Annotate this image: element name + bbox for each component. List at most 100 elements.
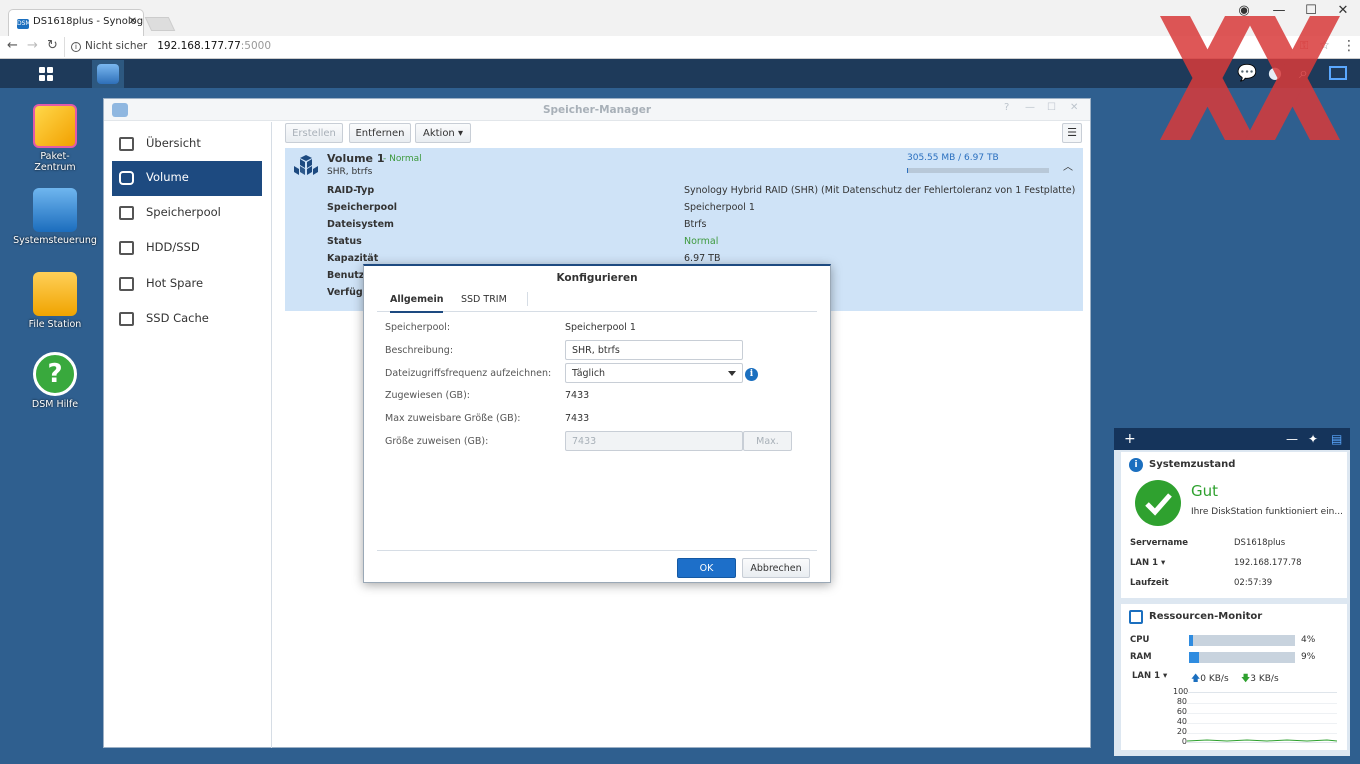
pool-label: Speicherpool: xyxy=(385,322,451,333)
network-graph xyxy=(1187,692,1337,743)
detail-label-pool: Speicherpool xyxy=(327,202,397,213)
volume-subtitle: SHR, btrfs xyxy=(327,167,373,177)
browser-tab-strip xyxy=(0,0,1360,36)
desktop-icon-file-station[interactable]: File Station xyxy=(10,272,100,330)
volume-usage-bar xyxy=(907,168,1049,173)
volume-name: Volume 1 xyxy=(327,152,385,165)
help-icon: ? xyxy=(33,352,77,396)
back-icon[interactable]: ← xyxy=(7,38,18,53)
cancel-button[interactable]: Abbrechen xyxy=(742,558,810,578)
allocate-size-label: Größe zuweisen (GB): xyxy=(385,436,489,447)
tab-ssd-trim[interactable]: SSD TRIM xyxy=(461,294,507,305)
tab-divider xyxy=(527,292,528,306)
sidebar-item-hot-spare[interactable]: Hot Spare xyxy=(112,267,262,302)
download-rate: 🡇3 KB/s xyxy=(1241,671,1279,687)
widget-toggle-icon[interactable]: ▤ xyxy=(1331,432,1342,446)
forward-icon[interactable]: → xyxy=(27,38,38,53)
volume-icon xyxy=(119,171,134,185)
download-arrow-icon: 🡇 xyxy=(1241,674,1251,684)
caret-down-icon: ▾ xyxy=(457,128,463,139)
desktop-icon-dsm-help[interactable]: ? DSM Hilfe xyxy=(10,352,100,410)
storage-pool-icon xyxy=(119,206,134,220)
access-frequency-select[interactable]: Täglich xyxy=(565,363,743,383)
sidebar-item-label: Volume xyxy=(146,170,189,184)
desktop-icon-label: Systemsteuerung xyxy=(13,235,97,246)
lan-selector[interactable]: LAN 1 ▾ xyxy=(1130,558,1165,568)
desktop-icon-package-center[interactable]: Paket- Zentrum xyxy=(10,104,100,173)
y-tick: 60 xyxy=(1176,707,1187,716)
dsm-favicon: DSM xyxy=(17,19,31,29)
assigned-value: 7433 xyxy=(565,390,590,401)
system-health-card: i Systemzustand Gut Ihre DiskStation fun… xyxy=(1121,452,1347,598)
sidebar-item-ssd-cache[interactable]: SSD Cache xyxy=(112,302,262,337)
minimize-widget-icon[interactable]: — xyxy=(1286,432,1298,446)
tab-general[interactable]: Allgemein xyxy=(390,294,444,313)
main-menu-icon[interactable] xyxy=(33,62,59,86)
uptime-label: Laufzeit xyxy=(1130,578,1169,588)
assigned-label: Zugewiesen (GB): xyxy=(385,390,470,401)
close-tab-icon[interactable]: ✕ xyxy=(129,16,137,27)
sidebar-item-volume[interactable]: Volume xyxy=(112,161,262,196)
cpu-bar xyxy=(1189,635,1295,646)
minimize-icon[interactable]: — xyxy=(1025,102,1035,113)
storage-manager-taskbar-button[interactable] xyxy=(92,60,124,88)
description-label: Beschreibung: xyxy=(385,345,454,356)
hot-spare-icon xyxy=(119,277,134,291)
dropdown-caret-icon xyxy=(728,371,736,376)
detail-value-capacity: 6.97 TB xyxy=(684,253,721,264)
collapse-chevron-icon[interactable]: ︿ xyxy=(1063,158,1073,173)
url-field[interactable]: i Nicht sicher 192.168.177.77:5000 xyxy=(64,37,1336,57)
volume-status: - Normal xyxy=(383,154,422,164)
description-input[interactable]: SHR, btrfs xyxy=(565,340,743,360)
desktop-icon-label: DSM Hilfe xyxy=(31,399,79,410)
y-tick: 0 xyxy=(1181,737,1187,746)
sidebar-item-storage-pool[interactable]: Speicherpool xyxy=(112,196,262,231)
create-button[interactable]: Erstellen xyxy=(285,123,343,143)
sidebar-item-hdd-ssd[interactable]: HDD/SSD xyxy=(112,231,262,266)
action-dropdown[interactable]: Aktion ▾ xyxy=(415,123,471,143)
dialog-tabs: Allgemein SSD TRIM xyxy=(377,288,817,313)
detail-label-capacity: Kapazität xyxy=(327,253,379,264)
url-host: 192.168.177.77 xyxy=(157,40,241,52)
ram-label: RAM xyxy=(1130,652,1152,662)
ok-button[interactable]: OK xyxy=(677,558,736,578)
browser-tab[interactable]: DSMDS1618plus - Synology D ✕ xyxy=(8,9,144,36)
maximize-icon[interactable]: ☐ xyxy=(1047,102,1056,113)
pool-value: Speicherpool 1 xyxy=(565,322,636,333)
volume-cubes-icon xyxy=(294,155,318,175)
upload-arrow-icon: 🡅 xyxy=(1191,674,1201,684)
info-icon[interactable]: i xyxy=(745,368,758,381)
allocate-size-input[interactable]: 7433 xyxy=(565,431,743,451)
network-graph-line xyxy=(1187,739,1337,742)
reload-icon[interactable]: ↻ xyxy=(47,38,58,53)
desktop-icon-control-panel[interactable]: Systemsteuerung xyxy=(10,188,100,246)
health-status: Gut xyxy=(1191,482,1219,500)
overview-icon xyxy=(119,137,134,151)
detail-value-status: Normal xyxy=(684,236,719,247)
detail-value-filesystem: Btrfs xyxy=(684,219,707,230)
cpu-label: CPU xyxy=(1130,635,1150,645)
control-panel-icon xyxy=(33,188,77,232)
max-button[interactable]: Max. xyxy=(743,431,792,451)
cpu-bar-fill xyxy=(1189,635,1194,646)
url-port: :5000 xyxy=(240,40,272,52)
dsm-taskbar xyxy=(0,59,1360,88)
remove-button[interactable]: Entfernen xyxy=(349,123,411,143)
sidebar-item-overview[interactable]: Übersicht xyxy=(112,127,262,162)
health-title: Systemzustand xyxy=(1149,459,1236,470)
add-widget-icon[interactable]: + xyxy=(1124,431,1136,447)
sidebar: Übersicht Volume Speicherpool HDD/SSD Ho… xyxy=(104,122,272,748)
health-description: Ihre DiskStation funktioniert ein... xyxy=(1191,507,1343,517)
ram-percent: 9% xyxy=(1301,652,1316,662)
upload-rate: 🡅0 KB/s xyxy=(1191,671,1229,687)
browser-menu-icon[interactable]: ⋮ xyxy=(1342,38,1356,54)
ssd-cache-icon xyxy=(119,312,134,326)
close-icon[interactable]: ✕ xyxy=(1070,102,1078,113)
sort-view-icon[interactable]: ☰ xyxy=(1062,123,1082,143)
pin-icon[interactable]: ✦ xyxy=(1308,432,1318,446)
monitor-icon xyxy=(1129,610,1143,624)
help-icon[interactable]: ? xyxy=(1004,102,1009,113)
download-rate-value: 3 KB/s xyxy=(1250,674,1279,684)
uptime-value: 02:57:39 xyxy=(1234,578,1273,588)
lan-selector[interactable]: LAN 1 ▾ xyxy=(1132,671,1167,681)
